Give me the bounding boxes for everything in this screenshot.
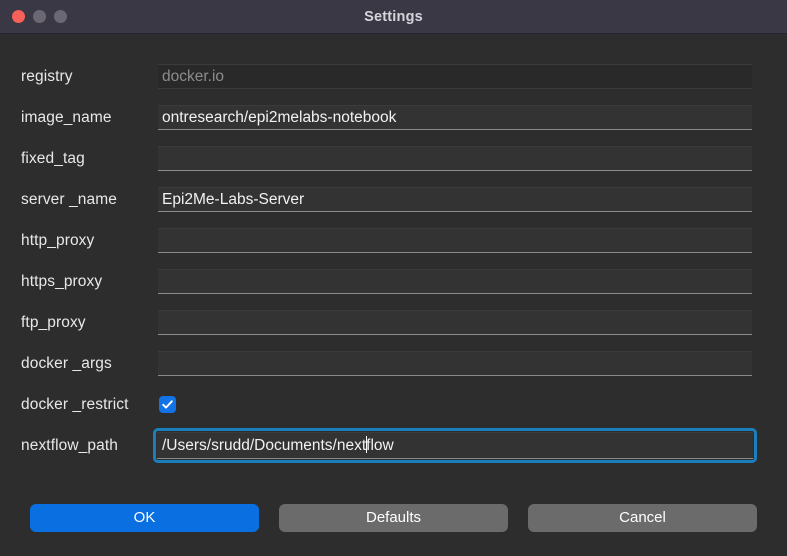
input-ftp_proxy[interactable] — [158, 310, 752, 335]
field-wrapper-https_proxy — [158, 269, 752, 294]
field-wrapper-http_proxy — [158, 228, 752, 253]
label-docker_restrict: docker _restrict — [21, 395, 129, 413]
focus-ring-nextflow_path: /Users/srudd/Documents/nextflow — [153, 428, 757, 463]
settings-row-fixed_tag: fixed_tag — [0, 138, 787, 179]
field-wrapper-ftp_proxy — [158, 310, 752, 335]
label-image_name: image_name — [21, 108, 112, 126]
checkbox-docker_restrict[interactable] — [159, 396, 176, 413]
settings-row-image_name: image_name — [0, 97, 787, 138]
settings-row-docker_args: docker _args — [0, 343, 787, 384]
label-docker_args: docker _args — [21, 354, 112, 372]
input-fixed_tag[interactable] — [158, 146, 752, 171]
input-image_name[interactable] — [158, 105, 752, 130]
label-registry: registry — [21, 67, 73, 85]
field-wrapper-nextflow_path: /Users/srudd/Documents/nextflow — [153, 428, 757, 463]
settings-row-https_proxy: https_proxy — [0, 261, 787, 302]
settings-body: registry image_name fixed_tagserver _nameh… — [0, 34, 787, 556]
window-title: Settings — [364, 8, 423, 25]
dialog-button-bar: OK Defaults Cancel — [0, 502, 787, 534]
settings-row-ftp_proxy: ftp_proxy — [0, 302, 787, 343]
check-icon — [162, 400, 173, 409]
settings-row-nextflow_path: nextflow_path/Users/srudd/Documents/next… — [0, 425, 787, 466]
minimize-window-icon[interactable] — [33, 10, 46, 23]
defaults-button[interactable]: Defaults — [279, 504, 508, 532]
label-server_name: server _name — [21, 190, 117, 208]
maximize-window-icon[interactable] — [54, 10, 67, 23]
window-controls — [12, 0, 67, 33]
field-wrapper-registry — [158, 64, 752, 89]
label-ftp_proxy: ftp_proxy — [21, 313, 86, 331]
settings-row-server_name: server _name — [0, 179, 787, 220]
input-docker_args[interactable] — [158, 351, 752, 376]
label-fixed_tag: fixed_tag — [21, 149, 85, 167]
field-wrapper-docker_args — [158, 351, 752, 376]
settings-row-http_proxy: http_proxy — [0, 220, 787, 261]
input-http_proxy[interactable] — [158, 228, 752, 253]
settings-window: Settings registry image_name fixed_tagserv… — [0, 0, 787, 556]
ok-button[interactable]: OK — [30, 504, 259, 532]
settings-row-docker_restrict: docker _restrict — [0, 384, 787, 425]
input-nextflow_path[interactable] — [157, 432, 753, 459]
title-bar: Settings — [0, 0, 787, 34]
field-wrapper-fixed_tag — [158, 146, 752, 171]
field-wrapper-image_name — [158, 105, 752, 130]
close-window-icon[interactable] — [12, 10, 25, 23]
input-server_name[interactable] — [158, 187, 752, 212]
label-http_proxy: http_proxy — [21, 231, 95, 249]
label-nextflow_path: nextflow_path — [21, 436, 118, 454]
field-wrapper-server_name — [158, 187, 752, 212]
input-registry — [158, 64, 752, 89]
label-https_proxy: https_proxy — [21, 272, 103, 290]
cancel-button[interactable]: Cancel — [528, 504, 757, 532]
input-https_proxy[interactable] — [158, 269, 752, 294]
settings-row-registry: registry — [0, 56, 787, 97]
